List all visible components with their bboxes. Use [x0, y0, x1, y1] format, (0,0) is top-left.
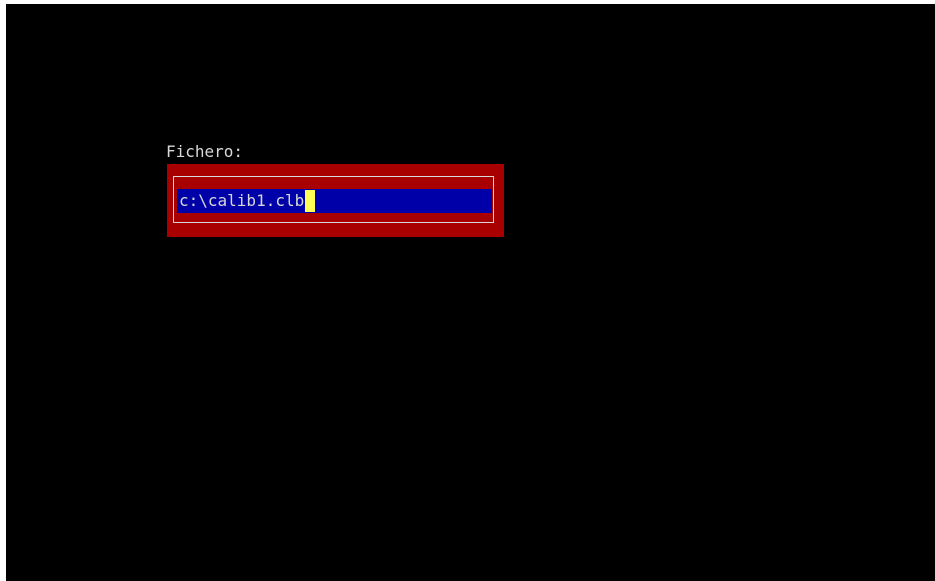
file-input-value: c:\calib1.clb [179, 191, 305, 210]
file-label: Fichero: [166, 142, 244, 161]
file-input[interactable]: c:\calib1.clb [177, 189, 492, 213]
text-cursor [305, 190, 316, 212]
terminal-screen [6, 4, 935, 581]
